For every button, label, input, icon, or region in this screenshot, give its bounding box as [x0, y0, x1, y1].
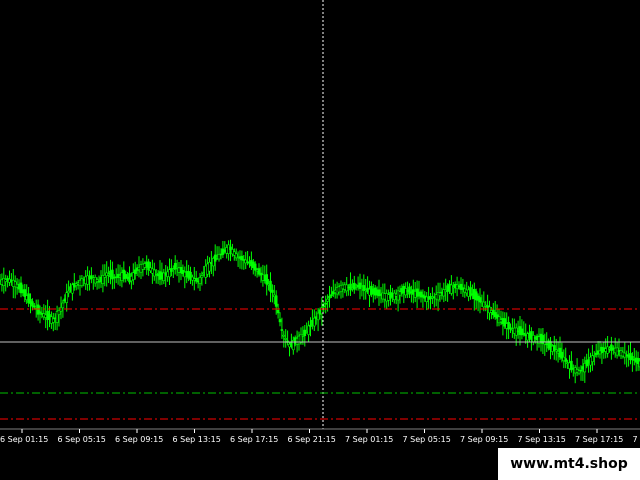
time-axis-label: 6 Sep 13:15 — [173, 435, 221, 444]
price-chart[interactable]: 6 Sep 01:15 6 Sep 05:15 6 Sep 09:15 6 Sep 1… — [0, 0, 640, 480]
time-axis-label: 7 Sep 17:15 — [575, 435, 623, 444]
candle-body — [200, 275, 204, 279]
candle-body — [450, 284, 453, 294]
candle-body — [564, 358, 568, 362]
candle-body — [32, 305, 36, 308]
time-axis-label: 6 Sep 21:15 — [288, 435, 336, 444]
candle-body — [217, 254, 221, 260]
chart-window[interactable]: 6 Sep 01:15 6 Sep 05:15 6 Sep 09:15 6 Sep 1… — [0, 0, 640, 480]
time-axis-label: 7 Sep 09:15 — [460, 435, 508, 444]
candle-body — [592, 355, 596, 357]
candle-body — [51, 318, 55, 323]
candle-body — [38, 311, 42, 314]
candle-body — [282, 334, 286, 337]
candle-body — [328, 295, 331, 299]
candle-body — [271, 289, 274, 293]
candle-body — [61, 302, 65, 309]
candle-body — [97, 280, 101, 283]
time-axis-label: 6 Sep 05:15 — [58, 435, 106, 444]
candle-body — [137, 266, 141, 270]
watermark-badge: www.mt4.shop — [498, 448, 640, 480]
price-levels-group — [0, 0, 640, 429]
candle-body — [65, 292, 68, 303]
time-axis-label: 7 Sep 01:15 — [345, 435, 393, 444]
candle-body — [324, 302, 328, 305]
candle-body — [284, 338, 288, 340]
candle-body — [177, 267, 181, 273]
candle-body — [478, 297, 482, 303]
time-axis-label: 7 S — [633, 435, 640, 444]
candle-body — [278, 319, 282, 323]
time-axis: 6 Sep 01:15 6 Sep 05:15 6 Sep 09:15 6 Sep 1… — [0, 428, 640, 444]
time-axis-label: 6 Sep 09:15 — [115, 435, 163, 444]
candle-body — [31, 301, 34, 307]
candle-body — [276, 309, 280, 314]
candle-body — [326, 298, 329, 302]
candle-body — [198, 277, 202, 284]
time-axis-label: 7 Sep 13:15 — [518, 435, 566, 444]
candle-body — [67, 290, 70, 294]
candle-body — [280, 329, 284, 331]
candle-body — [303, 329, 307, 337]
candle-body — [579, 369, 583, 372]
candle-body — [606, 346, 609, 354]
candles-group — [0, 239, 640, 384]
candle-body — [274, 295, 278, 307]
candle-body — [408, 286, 411, 295]
candle-body — [509, 327, 512, 330]
time-axis-label: 6 Sep 01:15 — [0, 435, 48, 444]
candle-body — [522, 332, 526, 335]
candle-body — [349, 283, 352, 291]
candle-body — [307, 325, 310, 335]
time-axis-label: 7 Sep 05:15 — [403, 435, 451, 444]
candle-body — [253, 263, 257, 271]
time-axis-label: 6 Sep 17:15 — [230, 435, 278, 444]
candle-body — [554, 349, 558, 352]
candle-body — [265, 274, 269, 285]
candle-body — [330, 294, 333, 297]
candle-body — [312, 317, 316, 327]
